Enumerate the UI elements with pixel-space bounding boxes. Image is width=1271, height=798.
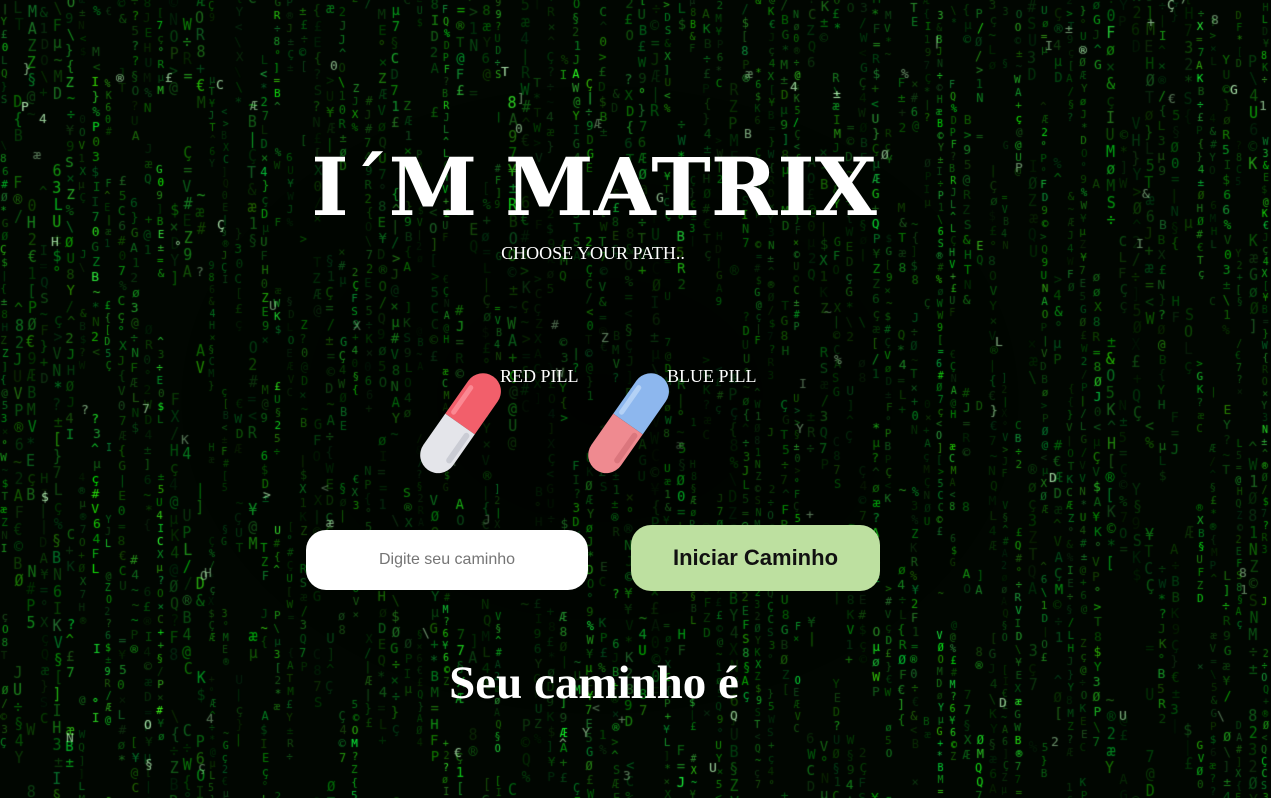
- start-path-button[interactable]: Iniciar Caminho: [631, 525, 880, 591]
- blue-pill-option[interactable]: BLUE PILL: [586, 362, 776, 492]
- blue-pill-label: BLUE PILL: [667, 366, 757, 386]
- red-pill-option[interactable]: RED PILL: [418, 362, 598, 492]
- page-subtitle: CHOOSE YOUR PATH..: [501, 243, 685, 263]
- red-pill-label: RED PILL: [500, 366, 579, 386]
- result-text: Seu caminho é: [449, 657, 739, 709]
- path-input[interactable]: [306, 530, 588, 590]
- blue-pill-icon: [588, 373, 669, 474]
- page: I´M MATRIX CHOOSE YOUR PATH.. RED PILL B…: [0, 0, 1271, 798]
- page-title: I´M MATRIX: [311, 140, 877, 234]
- red-pill-icon: [420, 373, 501, 474]
